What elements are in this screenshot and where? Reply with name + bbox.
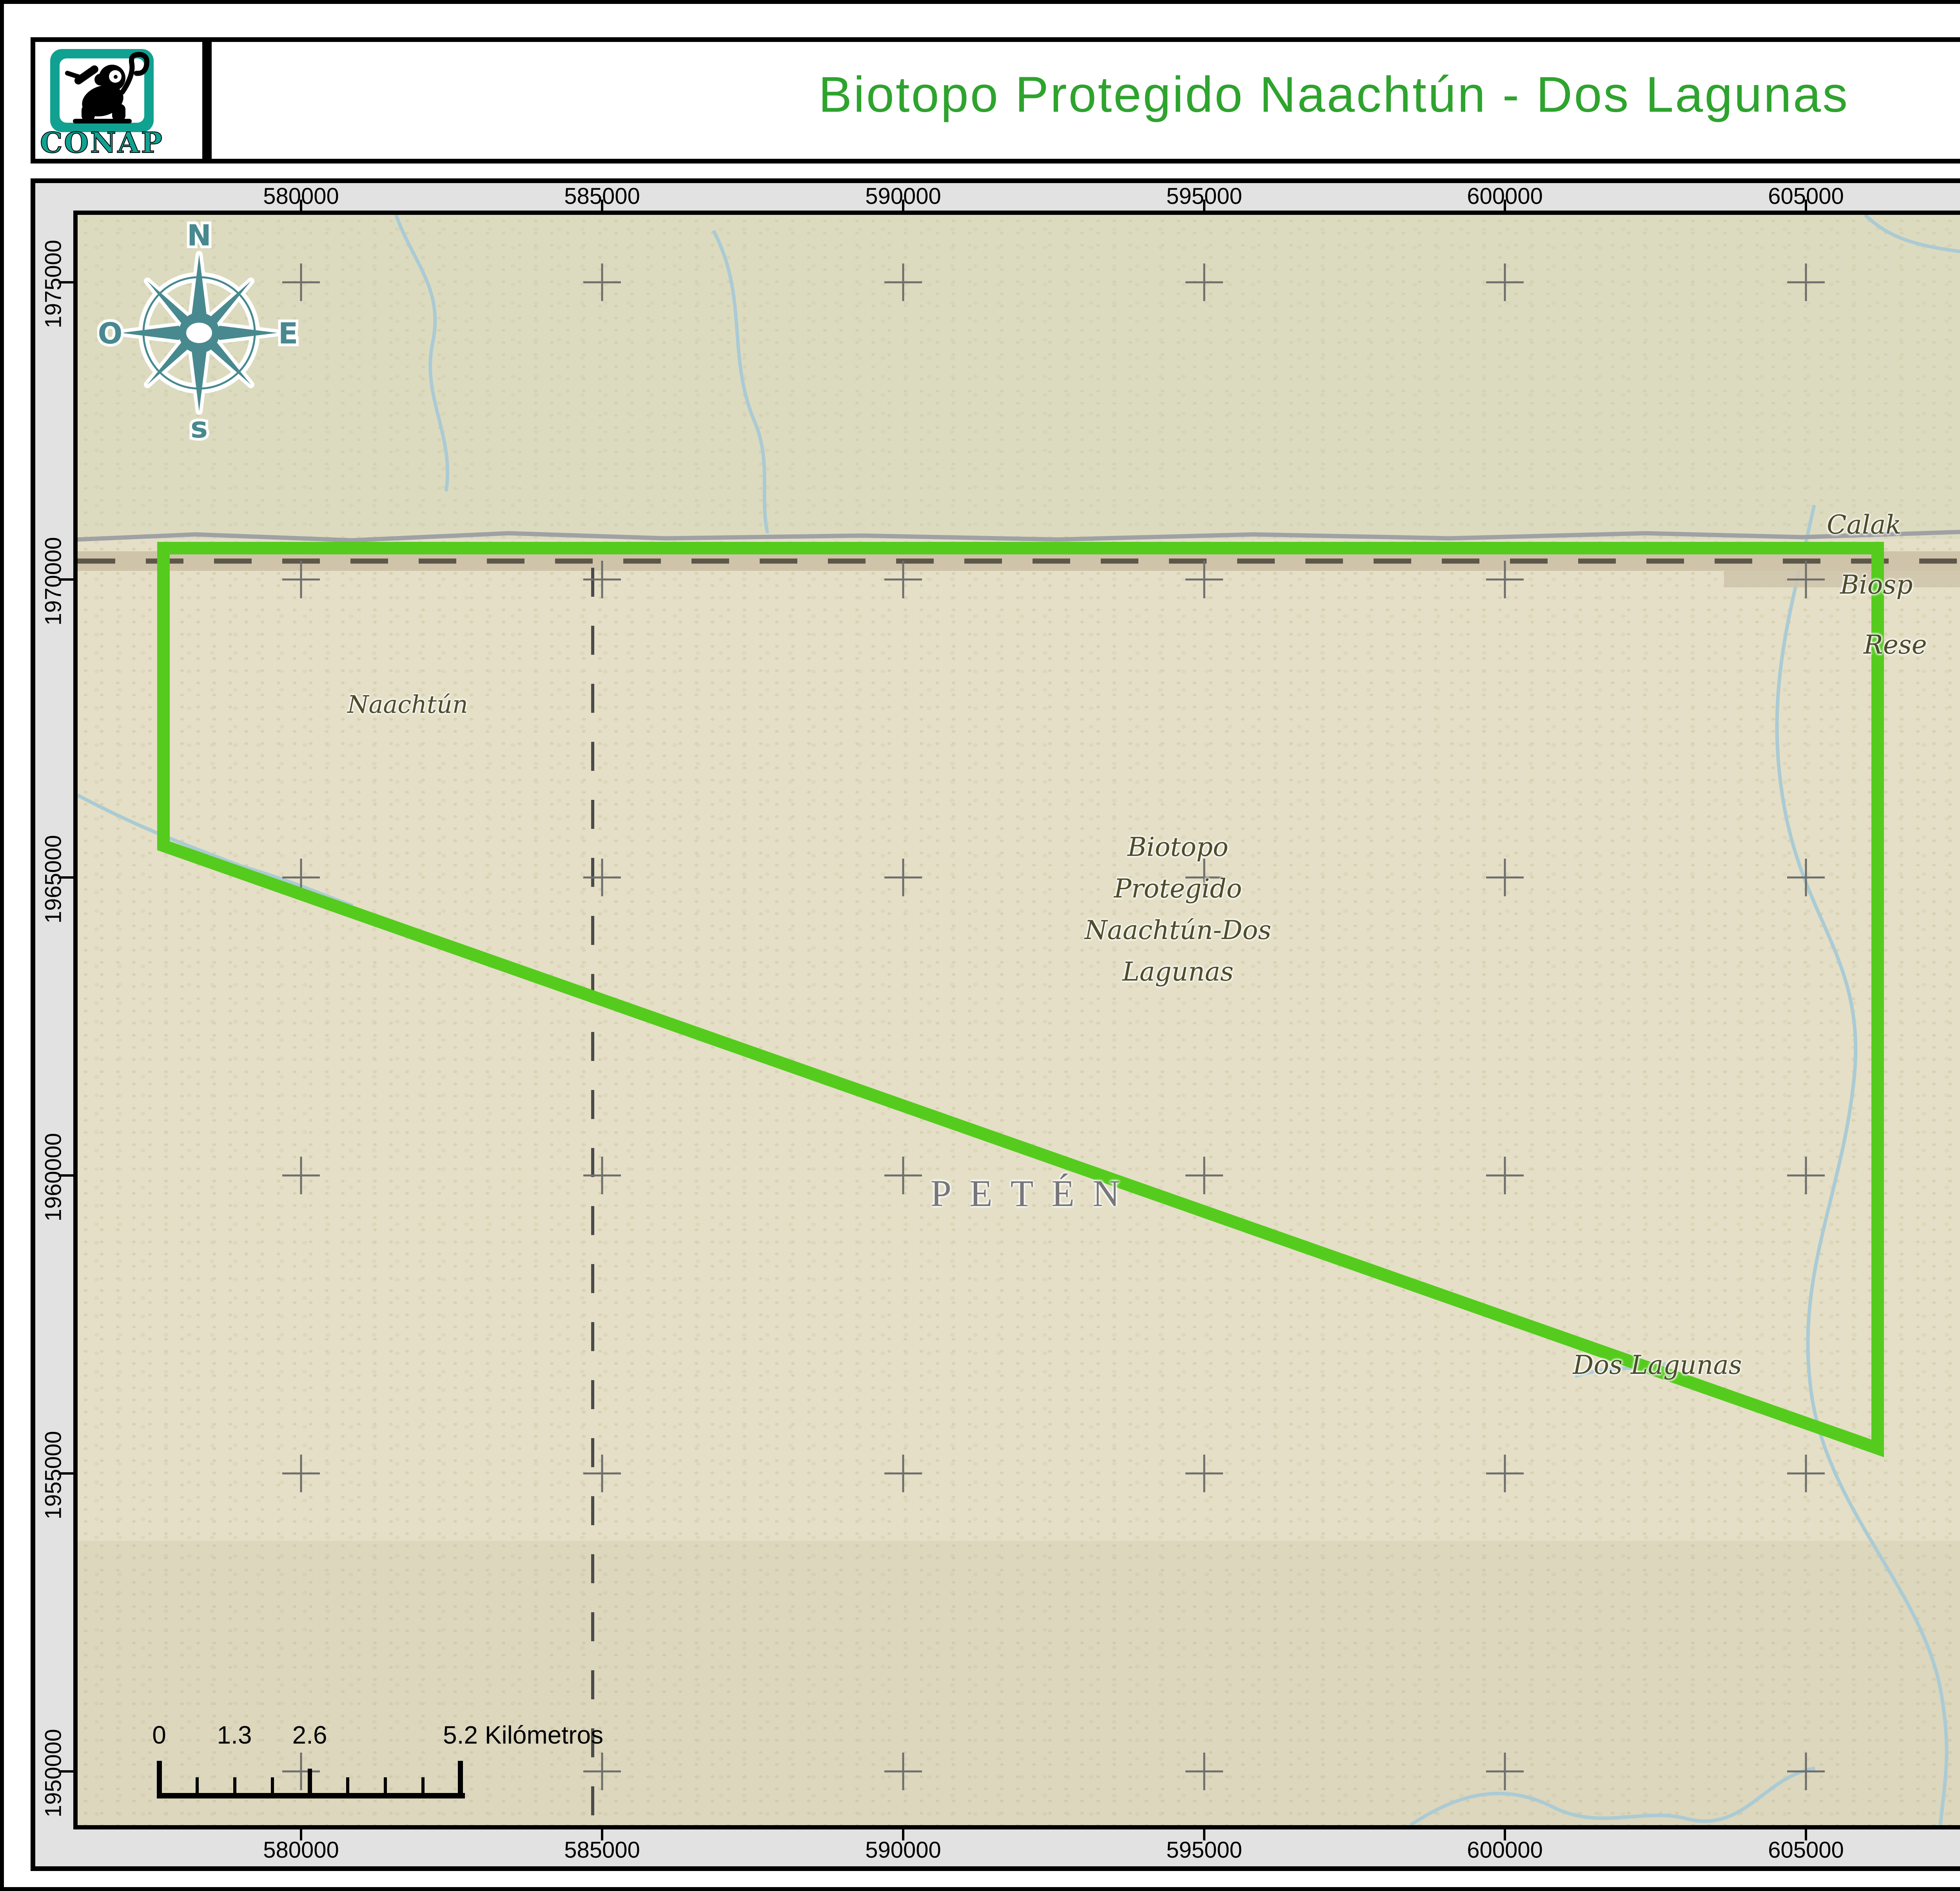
compass-east-letter: E bbox=[278, 317, 298, 351]
place-label-dos-lagunas: Dos Lagunas bbox=[1573, 1350, 1742, 1380]
x-axis-label-bottom: 580000 bbox=[263, 1837, 339, 1863]
y-axis-label-left: 1950000 bbox=[40, 1729, 66, 1818]
compass-south-letter: s bbox=[191, 411, 208, 441]
y-tick bbox=[58, 281, 73, 283]
x-axis-label-bottom: 600000 bbox=[1467, 1837, 1543, 1863]
x-tick bbox=[1203, 200, 1205, 211]
x-axis-label-bottom: 590000 bbox=[865, 1837, 941, 1863]
place-label-naachtun: Naachtún bbox=[347, 690, 468, 719]
scale-bar: 0 1.3 2.6 5.2 Kilómetros bbox=[140, 1720, 650, 1807]
north-terrain-tint bbox=[78, 215, 1960, 539]
x-tick bbox=[1504, 1829, 1506, 1840]
y-axis-label-left: 1955000 bbox=[40, 1431, 66, 1520]
compass-west-letter: O bbox=[98, 317, 123, 351]
basemap-drawing bbox=[78, 215, 1960, 1825]
place-label-biotopo: Biotopo Protegido Naachtún-Dos Lagunas bbox=[1084, 832, 1272, 987]
x-tick bbox=[1504, 200, 1506, 211]
x-axis-label-bottom: 585000 bbox=[564, 1837, 640, 1863]
page-title: Biotopo Protegido Naachtún - Dos Lagunas bbox=[818, 67, 1849, 123]
compass-rose-icon: N E s O bbox=[95, 216, 301, 447]
x-tick bbox=[300, 1829, 302, 1840]
y-tick bbox=[58, 1174, 73, 1177]
protected-area-boundary bbox=[157, 542, 1884, 1457]
y-axis-label-left: 1975000 bbox=[40, 240, 66, 329]
scale-tick-label: 2.6 bbox=[292, 1721, 327, 1749]
map-layout-page: CONAP DAGeos-210-2026-BS Biotopo Protegi… bbox=[0, 0, 1960, 1891]
map-frame: 580000 585000 590000 595000 600000 60500… bbox=[31, 178, 1960, 1871]
compass-north-letter: N bbox=[187, 221, 211, 252]
x-tick bbox=[601, 200, 603, 211]
y-tick bbox=[58, 1770, 73, 1773]
scale-tick-label: 1.3 bbox=[217, 1721, 252, 1749]
y-tick bbox=[58, 578, 73, 581]
y-tick bbox=[58, 876, 73, 879]
x-tick bbox=[1805, 1829, 1807, 1840]
place-label-calakmul-1: Calak bbox=[1827, 510, 1902, 540]
x-tick bbox=[1203, 1829, 1205, 1840]
x-tick bbox=[1805, 200, 1807, 211]
place-label-calakmul-3: Rese bbox=[1864, 630, 1927, 660]
x-axis-label-bottom: 595000 bbox=[1166, 1837, 1242, 1863]
y-tick bbox=[58, 1472, 73, 1475]
scale-bar-ruler bbox=[157, 1761, 465, 1798]
conap-wordmark: CONAP bbox=[40, 126, 164, 159]
map-canvas[interactable]: Naachtún Biotopo Protegido Naachtún-Dos … bbox=[73, 211, 1960, 1829]
x-tick bbox=[300, 200, 302, 211]
x-tick bbox=[902, 200, 904, 211]
compass-rose: N E s O bbox=[95, 216, 301, 447]
x-tick bbox=[902, 1829, 904, 1840]
x-axis-label-bottom: 605000 bbox=[1768, 1837, 1844, 1863]
y-axis-label-left: 1965000 bbox=[40, 835, 66, 924]
department-label-peten: PETÉN bbox=[930, 1172, 1138, 1214]
x-tick bbox=[601, 1829, 603, 1840]
y-axis-label-left: 1970000 bbox=[40, 537, 66, 626]
scale-tick-label: 5.2 Kilómetros bbox=[443, 1721, 604, 1749]
y-axis-label-left: 1960000 bbox=[40, 1133, 66, 1222]
place-label-calakmul-2: Biosp bbox=[1840, 570, 1913, 600]
scale-tick-label: 0 bbox=[152, 1721, 166, 1749]
